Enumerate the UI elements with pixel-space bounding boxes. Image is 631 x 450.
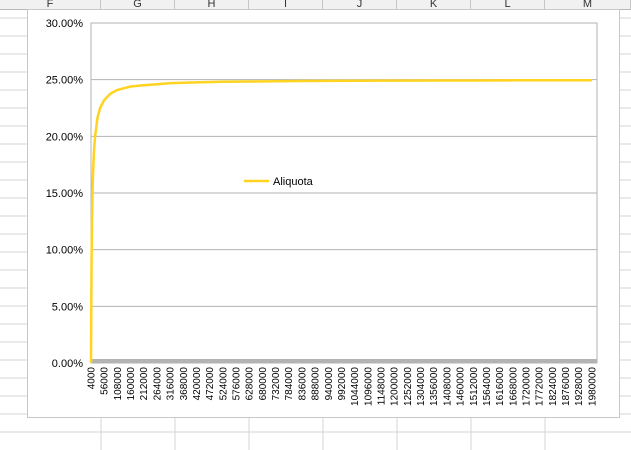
x-tick-label: 420000 <box>192 367 203 401</box>
x-tick-label: 160000 <box>126 367 137 401</box>
x-tick-label: 1980000 <box>587 367 598 406</box>
x-tick-label: 1824000 <box>548 367 559 406</box>
x-tick-label: 264000 <box>152 367 163 401</box>
x-tick-label: 212000 <box>139 367 150 401</box>
column-header-k[interactable]: K <box>397 0 471 9</box>
column-header-m[interactable]: M <box>545 0 631 9</box>
x-tick-label: 680000 <box>258 367 269 401</box>
column-header-f[interactable]: F <box>0 0 101 9</box>
x-tick-label: 1772000 <box>535 367 546 406</box>
x-tick-label: 784000 <box>284 367 295 401</box>
x-tick-label: 1512000 <box>469 367 480 406</box>
column-header-j[interactable]: J <box>323 0 397 9</box>
y-tick-label: 5.00% <box>52 301 83 313</box>
x-axis-band <box>91 359 597 363</box>
x-tick-label: 56000 <box>100 367 111 395</box>
x-tick-label: 368000 <box>179 367 190 401</box>
column-header-h[interactable]: H <box>175 0 249 9</box>
y-tick-label: 30.00% <box>46 18 84 30</box>
x-tick-label: 316000 <box>166 367 177 401</box>
column-header-g[interactable]: G <box>101 0 175 9</box>
x-tick-label: 576000 <box>232 367 243 401</box>
x-tick-label: 524000 <box>218 367 229 401</box>
x-tick-label: 732000 <box>271 367 282 401</box>
column-header-l[interactable]: L <box>471 0 545 9</box>
column-header-i[interactable]: I <box>249 0 323 9</box>
x-tick-label: 1356000 <box>429 367 440 406</box>
x-tick-label: 1096000 <box>363 367 374 406</box>
x-tick-label: 1876000 <box>561 367 572 406</box>
y-tick-label: 25.00% <box>46 75 84 87</box>
x-tick-label: 836000 <box>297 367 308 401</box>
x-tick-label: 1304000 <box>416 367 427 406</box>
x-tick-label: 1720000 <box>522 367 533 406</box>
x-tick-label: 4000 <box>87 367 98 390</box>
x-tick-label: 472000 <box>205 367 216 401</box>
x-tick-label: 1564000 <box>482 367 493 406</box>
x-tick-label: 1148000 <box>377 367 388 406</box>
x-tick-label: 1044000 <box>350 367 361 406</box>
x-tick-label: 628000 <box>245 367 256 401</box>
x-tick-label: 992000 <box>337 367 348 401</box>
line-chart: 0.00% 5.00% 10.00% 15.00% 20.00% 25.00% 30.00%… <box>46 18 599 406</box>
x-tick-label: 108000 <box>113 367 124 401</box>
x-tick-label: 1616000 <box>495 367 506 406</box>
y-tick-label: 20.00% <box>46 131 84 143</box>
x-tick-label: 888000 <box>311 367 322 401</box>
y-tick-label: 0.00% <box>52 358 83 370</box>
x-tick-label: 1408000 <box>442 367 453 406</box>
legend-label-aliquota: Aliquota <box>273 176 314 188</box>
x-tick-label: 1460000 <box>456 367 467 406</box>
y-tick-label: 10.00% <box>46 245 84 257</box>
chart-object[interactable]: 0.00% 5.00% 10.00% 15.00% 20.00% 25.00% 30.00%… <box>27 9 620 418</box>
x-tick-label: 1928000 <box>574 367 585 406</box>
x-tick-label: 1252000 <box>403 367 414 406</box>
x-tick-label: 940000 <box>324 367 335 401</box>
x-tick-label: 1668000 <box>508 367 519 406</box>
y-tick-label: 15.00% <box>46 188 84 200</box>
x-tick-label: 1200000 <box>390 367 401 406</box>
